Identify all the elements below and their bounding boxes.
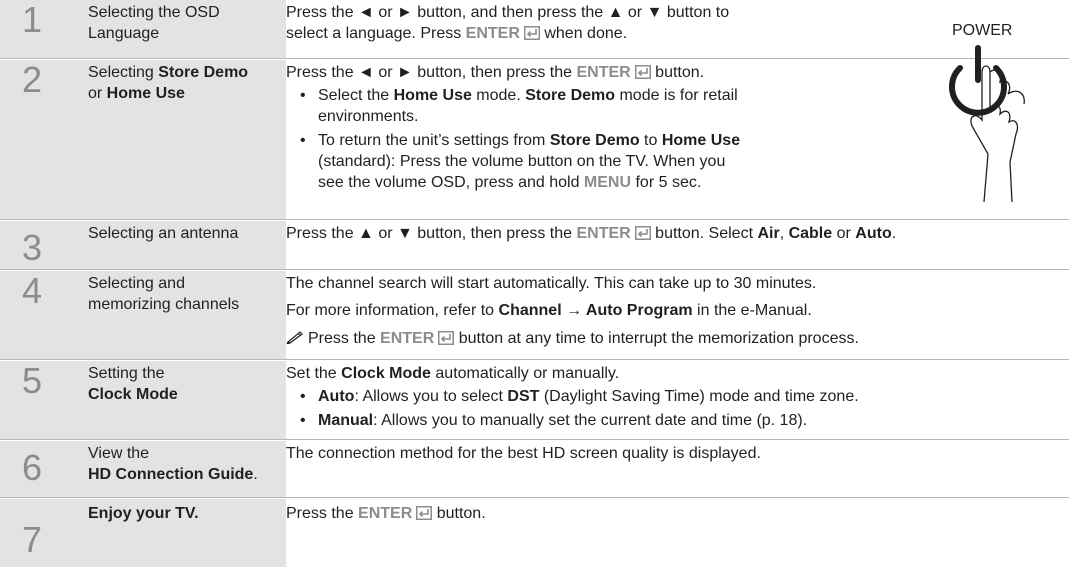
note-pencil-icon xyxy=(285,331,303,346)
step-title: Selecting an antenna xyxy=(64,221,286,269)
step-number: 6 xyxy=(0,441,64,497)
enter-icon xyxy=(523,26,540,40)
step-number: 4 xyxy=(0,271,64,359)
step-row-7: 7 Enjoy your TV. Press the ENTER button. xyxy=(0,499,1069,567)
step-title: View the HD Connection Guide. xyxy=(64,441,286,497)
bullet-item: Manual: Allows you to manually set the c… xyxy=(286,410,859,431)
step-number: 7 xyxy=(0,499,64,567)
bullet-item: To return the unit’s settings from Store… xyxy=(286,130,740,193)
bullet-item: Auto: Allows you to select DST (Daylight… xyxy=(286,386,859,407)
step-title: Selecting and memorizing channels xyxy=(64,271,286,359)
step-description: Press the ◄ or ► button, then press the … xyxy=(286,60,740,196)
step-description: Press the ▲ or ▼ button, then press the … xyxy=(286,225,897,242)
step-number: 2 xyxy=(0,60,64,219)
step-row-2: 2 Selecting Store Demo or Home Use Press… xyxy=(0,60,1069,220)
step-bullets: Auto: Allows you to select DST (Daylight… xyxy=(286,386,859,431)
power-button-hand-icon xyxy=(949,45,1025,203)
enter-icon xyxy=(416,506,433,520)
enter-icon xyxy=(634,65,651,79)
enter-icon xyxy=(438,331,455,345)
step-row-5: 5 Setting the Clock Mode Set the Clock M… xyxy=(0,361,1069,440)
step-row-6: 6 View the HD Connection Guide. The conn… xyxy=(0,441,1069,498)
step-description: Press the ENTER button. xyxy=(286,505,486,522)
power-label: POWER xyxy=(952,22,1013,39)
power-illustration: POWER xyxy=(932,22,1052,208)
step-description: The channel search will start automatica… xyxy=(285,275,859,347)
step-row-1: 1 Selecting the OSD Language Press the ◄… xyxy=(0,0,1069,59)
step-number: 5 xyxy=(0,361,64,439)
step-number: 3 xyxy=(0,221,64,269)
bullet-item: Select the Home Use mode. Store Demo mod… xyxy=(286,85,740,127)
step-title: Selecting the OSD Language xyxy=(64,0,286,58)
step-title: Enjoy your TV. xyxy=(64,499,286,567)
step-number: 1 xyxy=(0,0,64,58)
step-description: Press the ◄ or ► button, and then press … xyxy=(286,4,730,42)
step-title: Selecting Store Demo or Home Use xyxy=(64,60,286,219)
step-row-4: 4 Selecting and memorizing channels The … xyxy=(0,271,1069,360)
enter-icon xyxy=(634,226,651,240)
step-row-3: 3 Selecting an antenna Press the ▲ or ▼ … xyxy=(0,221,1069,270)
step-title: Setting the Clock Mode xyxy=(64,361,286,439)
step-description: The connection method for the best HD sc… xyxy=(286,445,761,462)
step-description: Set the Clock Mode automatically or manu… xyxy=(286,361,859,434)
step-bullets: Select the Home Use mode. Store Demo mod… xyxy=(286,85,740,193)
